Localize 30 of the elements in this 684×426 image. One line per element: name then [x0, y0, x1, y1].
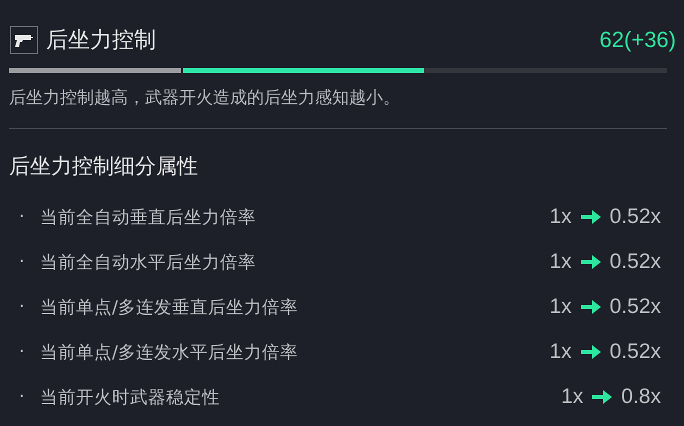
- bullet: ·: [18, 206, 26, 226]
- pistol-icon: [10, 26, 38, 54]
- bullet: ·: [18, 252, 26, 272]
- new-value: 0.52x: [610, 250, 661, 274]
- old-value: 1x: [549, 294, 572, 318]
- new-value: 0.52x: [610, 294, 661, 318]
- description-text: 后坐力控制越高，武器开火造成的后坐力感知越小。: [9, 87, 401, 110]
- skill-value: 62(+36): [600, 27, 676, 53]
- bullet: ·: [18, 342, 26, 362]
- skill-title: 后坐力控制: [46, 27, 156, 55]
- arrow-right-icon: [580, 254, 601, 268]
- old-value: 1x: [549, 204, 572, 228]
- bullet: ·: [18, 386, 26, 406]
- attribute-label: 当前单点/多连发水平后坐力倍率: [40, 342, 299, 364]
- new-value: 0.52x: [610, 340, 661, 364]
- old-value: 1x: [549, 340, 572, 364]
- attribute-label: 当前单点/多连发垂直后坐力倍率: [40, 296, 299, 318]
- attribute-label: 当前全自动水平后坐力倍率: [40, 252, 257, 274]
- new-value: 0.52x: [610, 204, 661, 228]
- new-value: 0.8x: [621, 384, 661, 408]
- arrow-right-icon: [592, 390, 612, 404]
- attribute-label: 当前全自动垂直后坐力倍率: [40, 206, 257, 228]
- attribute-label: 当前开火时武器稳定性: [40, 386, 221, 408]
- bullet: ·: [18, 296, 26, 316]
- old-value: 1x: [561, 384, 584, 408]
- section-title: 后坐力控制细分属性: [9, 153, 199, 180]
- arrow-right-icon: [580, 344, 601, 358]
- arrow-right-icon: [580, 210, 601, 224]
- arrow-right-icon: [580, 300, 601, 314]
- old-value: 1x: [549, 250, 572, 274]
